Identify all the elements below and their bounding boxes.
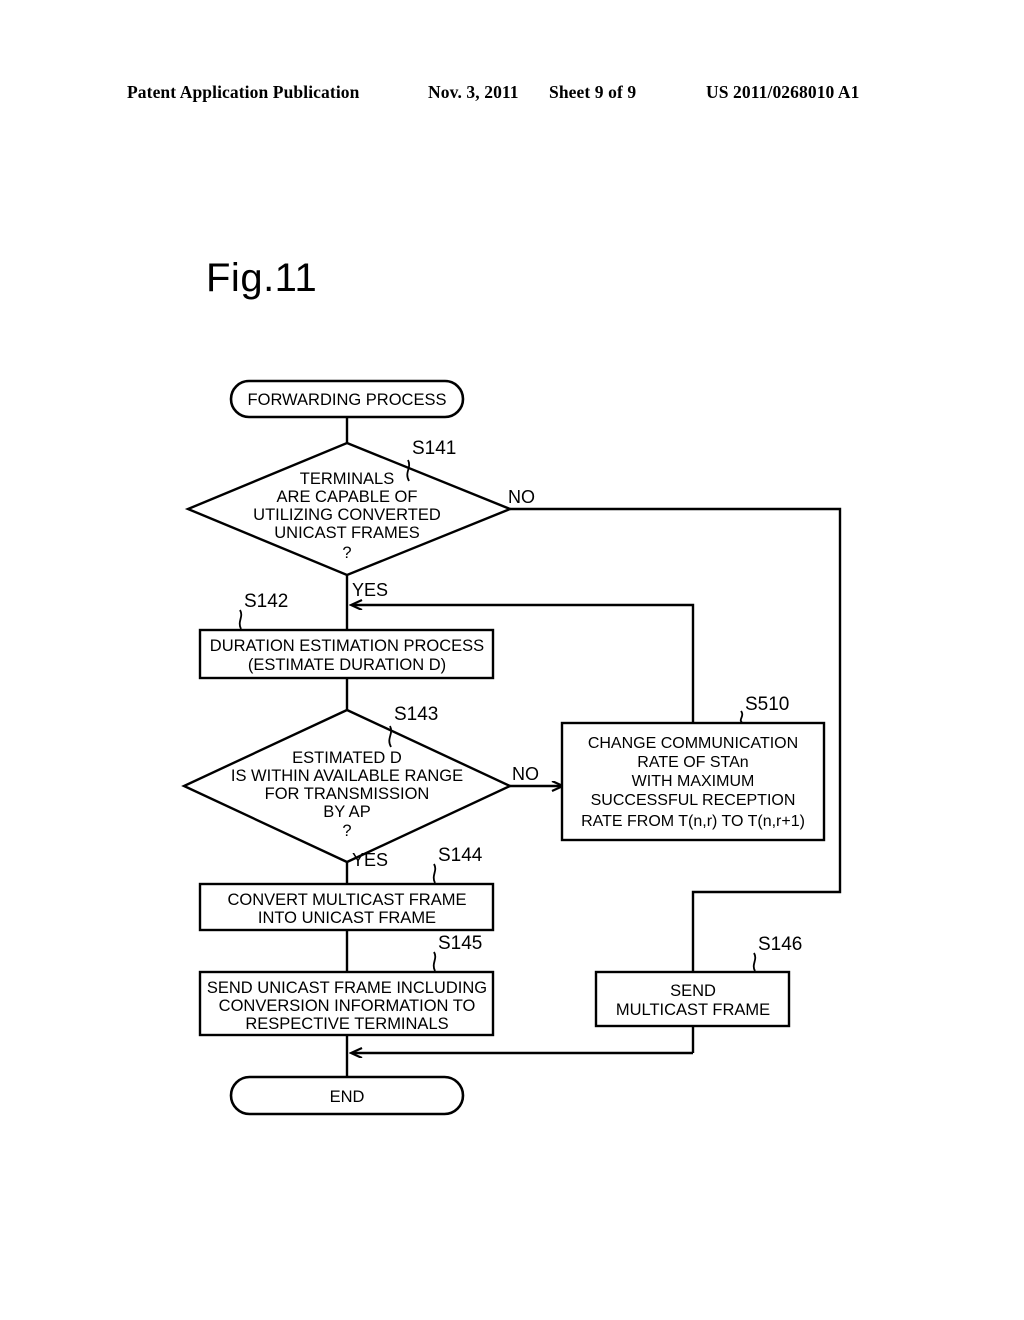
- node-s141: TERMINALS ARE CAPABLE OF UTILIZING CONVE…: [184, 441, 514, 577]
- s146-step-leader: [752, 952, 757, 972]
- s142-line-1: DURATION ESTIMATION PROCESS: [210, 637, 484, 655]
- s510-line-1: CHANGE COMMUNICATION: [588, 735, 798, 752]
- node-s144: CONVERT MULTICAST FRAME INTO UNICAST FRA…: [198, 882, 495, 932]
- s143-no-label: NO: [512, 764, 539, 784]
- s141-step-label: S141: [412, 438, 456, 459]
- s145-step-leader: [432, 951, 437, 972]
- s141-line-1: TERMINALS: [300, 470, 394, 488]
- end-label: END: [330, 1088, 365, 1106]
- s146-step-label: S146: [758, 934, 802, 955]
- s143-step-label: S143: [394, 704, 438, 725]
- s145-line-2: CONVERSION INFORMATION TO: [219, 997, 476, 1015]
- s143-line-1: ESTIMATED D: [292, 749, 402, 767]
- s145-step-label: S145: [438, 933, 482, 954]
- s144-line-1: CONVERT MULTICAST FRAME: [228, 891, 467, 909]
- flowchart-diagram: FORWARDING PROCESS TERMINALS ARE CAPABLE…: [181, 379, 842, 1116]
- s141-line-2: ARE CAPABLE OF: [277, 488, 418, 506]
- s145-line-3: RESPECTIVE TERMINALS: [245, 1015, 448, 1033]
- s510-step-leader: [739, 710, 744, 723]
- start-label: FORWARDING PROCESS: [248, 391, 447, 409]
- node-s143: ESTIMATED D IS WITHIN AVAILABLE RANGE FO…: [181, 708, 513, 864]
- s143-line-5: ?: [342, 822, 351, 840]
- node-end: END: [229, 1075, 465, 1116]
- s141-line-3: UTILIZING CONVERTED: [253, 506, 441, 524]
- node-s142: DURATION ESTIMATION PROCESS (ESTIMATE DU…: [198, 628, 495, 680]
- s141-no-label: NO: [508, 487, 535, 507]
- s143-line-4: BY AP: [323, 803, 370, 821]
- s142-step-leader: [238, 609, 243, 630]
- s146-line-1: SEND: [670, 982, 716, 1000]
- s144-line-2: INTO UNICAST FRAME: [258, 909, 436, 927]
- s510-line-4: SUCCESSFUL RECEPTION: [591, 792, 796, 809]
- node-s510: CHANGE COMMUNICATION RATE OF STAn WITH M…: [560, 721, 826, 842]
- s510-line-5: RATE FROM T(n,r) TO T(n,r+1): [581, 813, 805, 830]
- s145-line-1: SEND UNICAST FRAME INCLUDING: [207, 979, 487, 997]
- node-s145: SEND UNICAST FRAME INCLUDING CONVERSION …: [198, 970, 495, 1037]
- s144-step-leader: [432, 863, 437, 884]
- s144-step-label: S144: [438, 845, 483, 866]
- s510-line-2: RATE OF STAn: [637, 754, 748, 771]
- s146-line-2: MULTICAST FRAME: [616, 1001, 770, 1019]
- s142-step-label: S142: [244, 591, 288, 612]
- s143-line-2: IS WITHIN AVAILABLE RANGE: [231, 767, 463, 785]
- s510-line-3: WITH MAXIMUM: [632, 773, 755, 790]
- node-start: FORWARDING PROCESS: [229, 379, 465, 419]
- s143-line-3: FOR TRANSMISSION: [265, 785, 430, 803]
- s510-step-label: S510: [745, 694, 789, 715]
- s141-line-5: ?: [342, 544, 351, 562]
- s143-yes-label: YES: [352, 850, 388, 870]
- s141-yes-label: YES: [352, 580, 388, 600]
- s142-line-2: (ESTIMATE DURATION D): [248, 656, 446, 674]
- node-s146: SEND MULTICAST FRAME: [594, 970, 791, 1028]
- s141-line-4: UNICAST FRAMES: [274, 524, 419, 542]
